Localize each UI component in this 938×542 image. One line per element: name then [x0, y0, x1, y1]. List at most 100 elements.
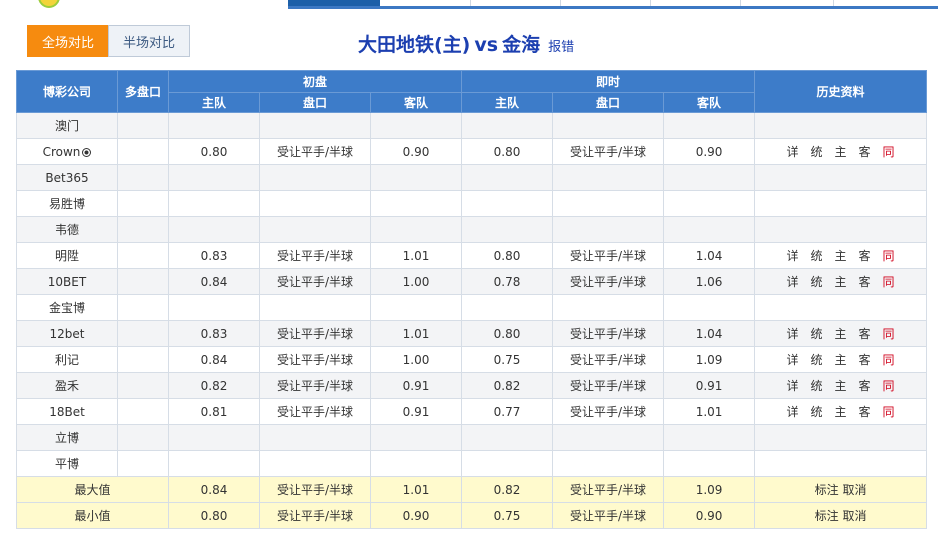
company-cell[interactable]: 易胜博 — [16, 190, 118, 217]
odds-cell-ih — [168, 164, 260, 191]
odds-cell-ih — [168, 112, 260, 139]
same-link[interactable]: 同 — [877, 143, 901, 160]
detail-link[interactable]: 详 — [781, 377, 805, 394]
same-link[interactable]: 同 — [877, 377, 901, 394]
table-row: Crown 0.80 受让平手/半球 0.90 0.80 受让平手/半球 0.90 详统主客同 — [16, 138, 928, 165]
company-cell[interactable]: 利记 — [16, 346, 118, 373]
stats-link[interactable]: 统 — [805, 247, 829, 264]
company-cell[interactable]: Bet365 — [16, 164, 118, 191]
multi-handicap-cell[interactable] — [117, 372, 169, 399]
company-cell[interactable]: 韦德 — [16, 216, 118, 243]
report-error-link[interactable]: 报错 — [548, 36, 574, 55]
multi-handicap-cell[interactable] — [117, 320, 169, 347]
stat-actions: 标注 取消 — [754, 476, 928, 503]
company-cell[interactable]: 立博 — [16, 424, 118, 451]
home-link[interactable]: 主 — [829, 351, 853, 368]
home-link[interactable]: 主 — [829, 247, 853, 264]
company-cell[interactable]: 明陞 — [16, 242, 118, 269]
home-link[interactable]: 主 — [829, 325, 853, 342]
stats-link[interactable]: 统 — [805, 351, 829, 368]
same-link[interactable]: 同 — [877, 403, 901, 420]
company-cell[interactable]: 金宝博 — [16, 294, 118, 321]
home-link[interactable]: 主 — [829, 377, 853, 394]
multi-handicap-cell[interactable] — [117, 294, 169, 321]
company-name[interactable]: 10BET — [48, 275, 86, 289]
away-link[interactable]: 客 — [853, 403, 877, 420]
company-name[interactable]: 韦德 — [55, 223, 79, 237]
table-row: 18Bet 0.81 受让平手/半球 0.91 0.77 受让平手/半球 1.01 详统主客同 — [16, 398, 928, 425]
company-name[interactable]: 明陞 — [55, 249, 79, 263]
home-team-name[interactable]: 大田地铁(主) — [358, 30, 470, 57]
nav-underline — [288, 6, 938, 9]
same-link[interactable]: 同 — [877, 325, 901, 342]
stats-link[interactable]: 统 — [805, 325, 829, 342]
company-cell[interactable]: 10BET — [16, 268, 118, 295]
company-name[interactable]: 易胜博 — [49, 197, 85, 211]
mark-link[interactable]: 标注 — [815, 509, 839, 523]
col-initial-handicap: 盘口 — [259, 92, 371, 113]
company-cell[interactable]: 盈禾 — [16, 372, 118, 399]
company-cell[interactable]: 澳门 — [16, 112, 118, 139]
same-link[interactable]: 同 — [877, 351, 901, 368]
detail-link[interactable]: 详 — [781, 403, 805, 420]
detail-link[interactable]: 详 — [781, 247, 805, 264]
multi-handicap-cell[interactable] — [117, 242, 169, 269]
home-link[interactable]: 主 — [829, 403, 853, 420]
company-cell[interactable]: Crown — [16, 138, 118, 165]
multi-handicap-cell[interactable] — [117, 346, 169, 373]
multi-handicap-cell[interactable] — [117, 424, 169, 451]
company-name[interactable]: 利记 — [55, 353, 79, 367]
odds-cell-ia — [369, 294, 463, 321]
stats-link[interactable]: 统 — [805, 143, 829, 160]
away-team-name[interactable]: 金海 — [502, 30, 540, 57]
multi-handicap-cell[interactable] — [117, 112, 169, 139]
detail-link[interactable]: 详 — [781, 351, 805, 368]
away-link[interactable]: 客 — [853, 351, 877, 368]
multi-handicap-cell[interactable] — [117, 398, 169, 425]
away-link[interactable]: 客 — [853, 377, 877, 394]
history-links: 详统主客同 — [754, 372, 928, 399]
multi-handicap-cell[interactable] — [117, 138, 169, 165]
company-name[interactable]: 18Bet — [49, 405, 85, 419]
full-match-tab[interactable]: 全场对比 — [27, 25, 109, 57]
company-name[interactable]: 平博 — [55, 457, 79, 471]
multi-handicap-cell[interactable] — [117, 190, 169, 217]
history-links — [754, 164, 928, 191]
detail-link[interactable]: 详 — [781, 143, 805, 160]
mark-link[interactable]: 标注 — [815, 483, 839, 497]
stat-label: 最小值 — [16, 502, 169, 529]
company-name[interactable]: 立博 — [55, 431, 79, 445]
away-link[interactable]: 客 — [853, 273, 877, 290]
stats-link[interactable]: 统 — [805, 403, 829, 420]
multi-handicap-cell[interactable] — [117, 216, 169, 243]
stats-link[interactable]: 统 — [805, 377, 829, 394]
company-name[interactable]: 12bet — [50, 327, 85, 341]
detail-link[interactable]: 详 — [781, 325, 805, 342]
odds-cell-lp — [552, 190, 665, 217]
half-match-tab[interactable]: 半场对比 — [108, 25, 190, 57]
multi-handicap-cell[interactable] — [117, 268, 169, 295]
detail-link[interactable]: 详 — [781, 273, 805, 290]
away-link[interactable]: 客 — [853, 325, 877, 342]
multi-handicap-cell[interactable] — [117, 450, 169, 477]
company-cell[interactable]: 18Bet — [16, 398, 118, 425]
same-link[interactable]: 同 — [877, 273, 901, 290]
company-name[interactable]: Crown — [43, 145, 81, 159]
same-link[interactable]: 同 — [877, 247, 901, 264]
stats-link[interactable]: 统 — [805, 273, 829, 290]
odds-cell-ia — [369, 450, 463, 477]
home-link[interactable]: 主 — [829, 273, 853, 290]
company-name[interactable]: 澳门 — [55, 119, 79, 133]
multi-handicap-cell[interactable] — [117, 164, 169, 191]
company-name[interactable]: 金宝博 — [49, 301, 85, 315]
away-link[interactable]: 客 — [853, 247, 877, 264]
company-name[interactable]: Bet365 — [45, 171, 88, 185]
cancel-link[interactable]: 取消 — [842, 509, 866, 523]
company-cell[interactable]: 12bet — [16, 320, 118, 347]
home-link[interactable]: 主 — [829, 143, 853, 160]
company-name[interactable]: 盈禾 — [55, 379, 79, 393]
away-link[interactable]: 客 — [853, 143, 877, 160]
cancel-link[interactable]: 取消 — [842, 483, 866, 497]
odds-cell-lp — [552, 164, 665, 191]
company-cell[interactable]: 平博 — [16, 450, 118, 477]
